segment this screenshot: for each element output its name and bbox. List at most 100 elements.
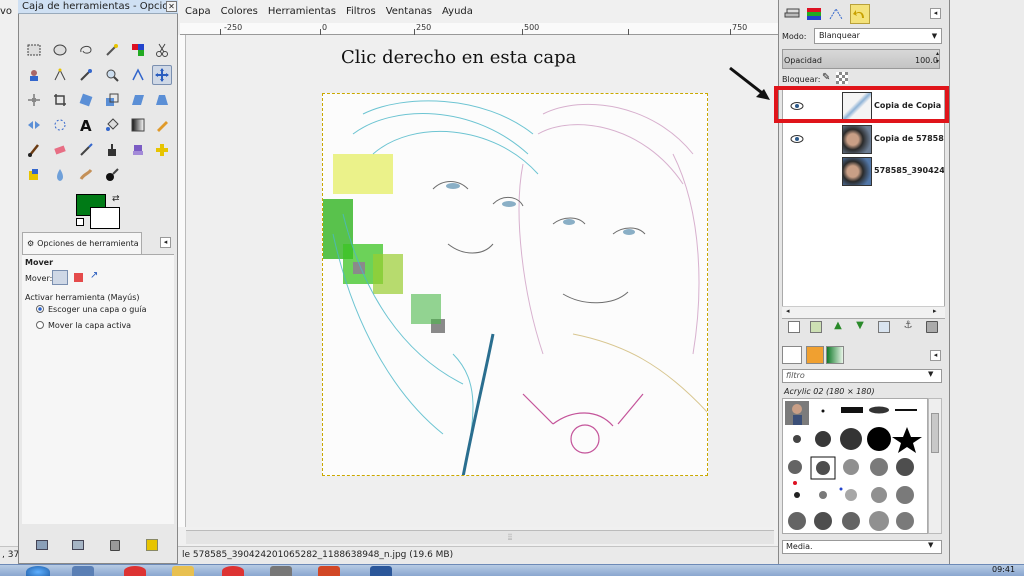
channels-tab-icon[interactable] xyxy=(804,4,824,24)
taskbar-app-icon[interactable] xyxy=(370,566,392,576)
menu-capa[interactable]: Capa xyxy=(180,6,216,22)
blur-tool-icon[interactable] xyxy=(50,165,70,185)
ink-tool-icon[interactable] xyxy=(102,140,122,160)
menu-ayuda[interactable]: Ayuda xyxy=(437,6,478,22)
paths-tool-icon[interactable] xyxy=(50,65,70,85)
eye-icon[interactable] xyxy=(790,133,804,145)
reset-options-icon[interactable] xyxy=(146,539,158,551)
lower-layer-icon[interactable]: ▼ xyxy=(854,321,866,333)
delete-options-icon[interactable] xyxy=(110,540,120,551)
dock-tab-menu-icon[interactable]: ◂ xyxy=(930,8,941,19)
brushes-tab-icon[interactable] xyxy=(782,346,802,364)
menu-filtros[interactable]: Filtros xyxy=(341,6,381,22)
layers-horizontal-scrollbar[interactable]: ◂ ▸ xyxy=(782,306,945,318)
tab-menu-icon[interactable]: ◂ xyxy=(160,237,171,248)
layer-row[interactable]: 578585_39042420 xyxy=(782,155,945,188)
paintbrush-tool-icon[interactable] xyxy=(24,140,44,160)
text-tool-icon[interactable]: A xyxy=(76,115,96,135)
bucket-fill-tool-icon[interactable] xyxy=(102,115,122,135)
default-colors-icon[interactable] xyxy=(76,218,84,226)
move-path-mode-icon[interactable]: ↗ xyxy=(90,270,98,281)
mode-select[interactable]: Blanquear xyxy=(814,28,942,44)
airbrush-tool-icon[interactable] xyxy=(76,140,96,160)
delete-layer-icon[interactable] xyxy=(926,321,938,333)
brush-scrollbar[interactable] xyxy=(928,398,942,534)
rect-select-tool-icon[interactable] xyxy=(24,40,44,60)
menu-ventanas[interactable]: Ventanas xyxy=(381,6,437,22)
scroll-left-icon[interactable]: ◂ xyxy=(786,307,790,315)
scroll-thumb[interactable] xyxy=(931,413,939,453)
move-tool-icon[interactable] xyxy=(152,65,172,85)
flip-tool-icon[interactable] xyxy=(24,115,44,135)
start-button-icon[interactable] xyxy=(26,566,50,576)
eraser-tool-icon[interactable] xyxy=(50,140,70,160)
ellipse-select-tool-icon[interactable] xyxy=(50,40,70,60)
clone-tool-icon[interactable] xyxy=(128,140,148,160)
option-move-active-layer[interactable]: Mover la capa activa xyxy=(36,321,131,330)
brush-grid[interactable] xyxy=(782,398,928,534)
taskbar-app-icon[interactable] xyxy=(318,566,340,576)
opacity-spinner-icon[interactable]: ▴ ▾ xyxy=(936,50,939,66)
layer-row[interactable]: Copia de 578585_ xyxy=(782,123,945,156)
cage-tool-icon[interactable] xyxy=(50,115,70,135)
tab-tool-options[interactable]: ⚙ Opciones de herramienta xyxy=(22,232,142,254)
crop-tool-icon[interactable] xyxy=(50,90,70,110)
fuzzy-select-tool-icon[interactable] xyxy=(102,40,122,60)
align-tool-icon[interactable] xyxy=(24,90,44,110)
color-picker-tool-icon[interactable] xyxy=(76,65,96,85)
lock-alpha-icon[interactable] xyxy=(836,72,848,84)
toolbox-title[interactable]: Caja de herramientas - Opcion... xyxy=(18,0,178,14)
menu-fragment[interactable]: vo xyxy=(0,6,12,17)
raise-layer-icon[interactable]: ▲ xyxy=(832,321,844,333)
horizontal-scrollbar[interactable] xyxy=(186,530,774,544)
patterns-tab-icon[interactable] xyxy=(806,346,824,364)
heal-tool-icon[interactable] xyxy=(152,140,172,160)
chevron-down-icon[interactable]: ▼ xyxy=(928,541,933,549)
paths-tab-icon[interactable] xyxy=(826,4,846,24)
chevron-down-icon[interactable]: ▼ xyxy=(928,29,941,43)
taskbar-app-icon[interactable] xyxy=(72,566,94,576)
brush-tag-field[interactable]: Media. xyxy=(782,540,942,554)
pencil-tool-icon[interactable] xyxy=(152,115,172,135)
layers-tab-icon[interactable] xyxy=(782,4,802,24)
move-layer-mode-icon[interactable] xyxy=(52,270,68,285)
menu-colores[interactable]: Colores xyxy=(216,6,263,22)
option-pick-layer[interactable]: Escoger una capa o guía xyxy=(36,305,146,314)
scroll-right-icon[interactable]: ▸ xyxy=(933,307,937,315)
move-selection-mode-icon[interactable] xyxy=(74,273,83,282)
undo-tab-icon[interactable] xyxy=(850,4,870,24)
scissors-tool-icon[interactable] xyxy=(152,40,172,60)
restore-options-icon[interactable] xyxy=(72,540,84,550)
perspective-clone-tool-icon[interactable] xyxy=(24,165,44,185)
scroll-grip-icon[interactable]: ⦙⦙ xyxy=(508,533,512,543)
taskbar-app-icon[interactable] xyxy=(222,566,244,576)
brush-filter-input[interactable]: filtro xyxy=(782,369,942,383)
gradients-tab-icon[interactable] xyxy=(826,346,844,364)
new-layer-icon[interactable] xyxy=(788,321,800,333)
lasso-tool-icon[interactable] xyxy=(76,40,96,60)
anchor-layer-icon[interactable]: ⚓ xyxy=(902,321,914,333)
dodge-burn-tool-icon[interactable] xyxy=(102,165,122,185)
select-by-color-tool-icon[interactable] xyxy=(128,40,148,60)
save-options-icon[interactable] xyxy=(36,540,48,550)
perspective-tool-icon[interactable] xyxy=(152,90,172,110)
smudge-tool-icon[interactable] xyxy=(76,165,96,185)
measure-tool-icon[interactable] xyxy=(128,65,148,85)
taskbar-app-icon[interactable] xyxy=(172,566,194,576)
blend-tool-icon[interactable] xyxy=(128,115,148,135)
close-icon[interactable]: ✕ xyxy=(166,1,177,12)
background-color-swatch[interactable] xyxy=(90,207,120,229)
scale-tool-icon[interactable] xyxy=(102,90,122,110)
menu-herramientas[interactable]: Herramientas xyxy=(263,6,341,22)
foreground-select-tool-icon[interactable] xyxy=(24,65,44,85)
chevron-down-icon[interactable]: ▼ xyxy=(928,370,933,378)
duplicate-layer-icon[interactable] xyxy=(878,321,890,333)
lock-pixels-icon[interactable]: ✎ xyxy=(822,72,830,83)
taskbar-app-icon[interactable] xyxy=(270,566,292,576)
taskbar-app-icon[interactable] xyxy=(124,566,146,576)
swap-colors-icon[interactable]: ⇄ xyxy=(112,194,120,204)
image-canvas[interactable] xyxy=(322,93,708,476)
zoom-tool-icon[interactable] xyxy=(102,65,122,85)
horizontal-ruler[interactable]: -250 0 250 500 750 xyxy=(180,23,778,35)
rotate-tool-icon[interactable] xyxy=(76,90,96,110)
